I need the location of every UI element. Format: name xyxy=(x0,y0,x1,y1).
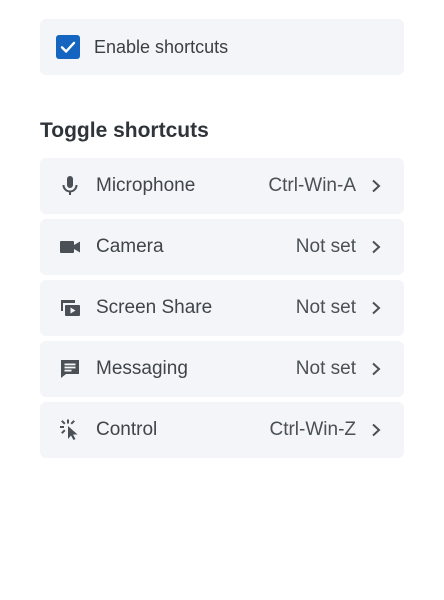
shortcut-value: Not set xyxy=(295,297,356,318)
shortcut-label: Messaging xyxy=(96,358,188,379)
shortcut-label: Control xyxy=(96,419,158,440)
shortcut-row-microphone[interactable]: Microphone Ctrl-Win-A xyxy=(40,158,404,214)
chevron-right-icon xyxy=(370,239,382,255)
chevron-right-icon xyxy=(370,422,382,438)
enable-shortcuts-card[interactable]: Enable shortcuts xyxy=(40,19,404,75)
shortcut-label: Screen Share xyxy=(96,297,213,318)
shortcut-row-screen-share[interactable]: Screen Share Not set xyxy=(40,280,404,336)
camera-icon xyxy=(56,233,84,261)
checkmark-icon xyxy=(60,41,76,53)
shortcut-row-control[interactable]: Control Ctrl-Win-Z xyxy=(40,402,404,458)
shortcut-value: Not set xyxy=(295,358,356,379)
shortcut-value: Ctrl-Win-A xyxy=(268,175,356,196)
shortcut-value: Not set xyxy=(295,236,356,257)
enable-shortcuts-checkbox[interactable] xyxy=(56,35,80,59)
chevron-right-icon xyxy=(370,361,382,377)
microphone-icon xyxy=(56,172,84,200)
control-icon xyxy=(56,416,84,444)
messaging-icon xyxy=(56,355,84,383)
chevron-right-icon xyxy=(370,178,382,194)
shortcut-value: Ctrl-Win-Z xyxy=(269,419,356,440)
chevron-right-icon xyxy=(370,300,382,316)
section-title: Toggle shortcuts xyxy=(40,119,209,142)
shortcut-row-camera[interactable]: Camera Not set xyxy=(40,219,404,275)
shortcut-label: Camera xyxy=(96,236,164,257)
screen-share-icon xyxy=(56,294,84,322)
shortcut-list: Microphone Ctrl-Win-A Camera Not set Scr… xyxy=(40,158,404,463)
shortcut-row-messaging[interactable]: Messaging Not set xyxy=(40,341,404,397)
enable-shortcuts-label: Enable shortcuts xyxy=(94,36,229,57)
shortcut-label: Microphone xyxy=(96,175,196,196)
